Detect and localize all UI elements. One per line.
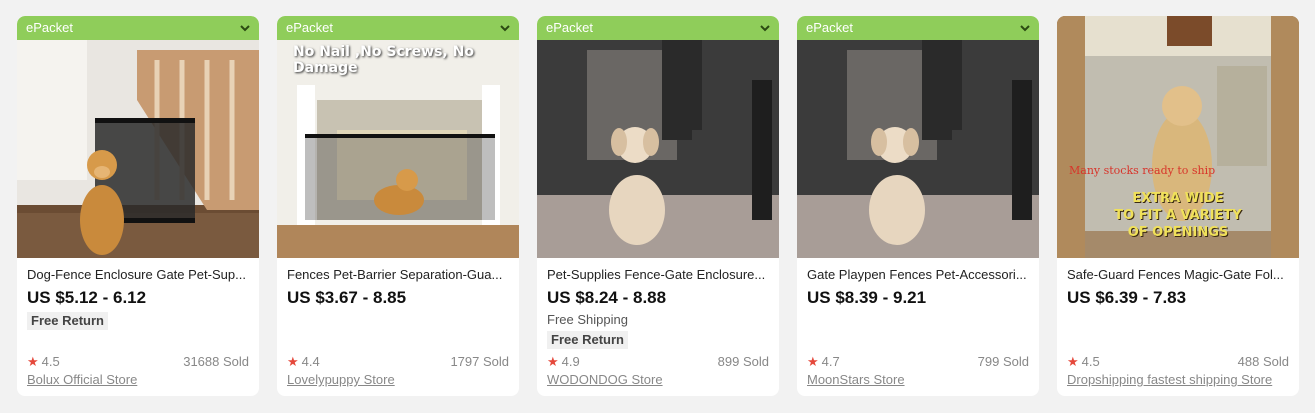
shipping-info: Free Shipping xyxy=(547,312,628,327)
store-link[interactable]: Dropshipping fastest shipping Store xyxy=(1067,372,1289,388)
product-title[interactable]: Gate Playpen Fences Pet-Accessori... xyxy=(807,266,1029,283)
badge-label: ePacket xyxy=(26,20,73,35)
badge-label: ePacket xyxy=(806,20,853,35)
sold-count: 1797 Sold xyxy=(450,354,509,369)
rating-value: 4.9 xyxy=(561,354,580,369)
sold-count: 488 Sold xyxy=(1237,354,1289,369)
product-image[interactable]: No Nail ,No Screws, No Damage xyxy=(277,40,519,258)
sold-count: 31688 Sold xyxy=(183,354,249,369)
star-icon: ★ xyxy=(287,354,299,369)
product-price: US $5.12 - 6.12 xyxy=(27,288,147,307)
product-info: Fences Pet-Barrier Separation-Gua... US … xyxy=(277,258,519,396)
product-price: US $6.39 - 7.83 xyxy=(1067,288,1187,307)
product-title[interactable]: Dog-Fence Enclosure Gate Pet-Sup... xyxy=(27,266,249,283)
rating-value: 4.4 xyxy=(301,354,320,369)
product-card[interactable]: ePacket Pet-Supplies Fence-Gate Enclosur… xyxy=(537,16,779,396)
rating: ★ 4.5 xyxy=(27,354,60,370)
rating: ★ 4.5 xyxy=(1067,354,1100,370)
product-info: Safe-Guard Fences Magic-Gate Fol... US $… xyxy=(1057,258,1299,396)
product-meta: ★ 4.4 1797 Sold xyxy=(287,354,509,370)
chevron-down-icon[interactable] xyxy=(499,22,511,34)
product-card[interactable]: ePacket No Nail ,No Screws, No Damage Fe… xyxy=(277,16,519,396)
star-icon: ★ xyxy=(547,354,559,369)
store-link[interactable]: Lovelypuppy Store xyxy=(287,372,509,388)
product-image[interactable]: Many stocks ready to ship EXTRA WIDE TO … xyxy=(1057,16,1299,258)
epacket-badge: ePacket xyxy=(537,16,779,40)
rating-value: 4.5 xyxy=(41,354,60,369)
product-meta: ★ 4.5 31688 Sold xyxy=(27,354,249,370)
image-overlay-text: No Nail ,No Screws, No Damage xyxy=(293,44,474,76)
product-image[interactable] xyxy=(797,40,1039,258)
sold-count: 799 Sold xyxy=(977,354,1029,369)
product-title[interactable]: Safe-Guard Fences Magic-Gate Fol... xyxy=(1067,266,1289,283)
product-meta: ★ 4.9 899 Sold xyxy=(547,354,769,370)
store-link[interactable]: Bolux Official Store xyxy=(27,372,249,388)
rating: ★ 4.7 xyxy=(807,354,840,370)
epacket-badge: ePacket xyxy=(277,16,519,40)
product-price: US $8.24 - 8.88 xyxy=(547,288,667,307)
product-meta: ★ 4.5 488 Sold xyxy=(1067,354,1289,370)
image-overlay-text: Many stocks ready to ship xyxy=(1069,164,1216,177)
store-link[interactable]: WODONDOG Store xyxy=(547,372,769,388)
chevron-down-icon[interactable] xyxy=(759,22,771,34)
product-card[interactable]: ePacket Gate Playpen Fences Pet-Accessor… xyxy=(797,16,1039,396)
product-info: Dog-Fence Enclosure Gate Pet-Sup... US $… xyxy=(17,258,259,396)
rating-value: 4.7 xyxy=(821,354,840,369)
badge-label: ePacket xyxy=(286,20,333,35)
free-return-tag: Free Return xyxy=(27,312,108,330)
product-card[interactable]: ePacket Dog-Fence Enclosure Gate Pet-Sup… xyxy=(17,16,259,396)
rating-value: 4.5 xyxy=(1081,354,1100,369)
rating: ★ 4.9 xyxy=(547,354,580,370)
epacket-badge: ePacket xyxy=(797,16,1039,40)
store-link[interactable]: MoonStars Store xyxy=(807,372,1029,388)
star-icon: ★ xyxy=(27,354,39,369)
badge-label: ePacket xyxy=(546,20,593,35)
sold-count: 899 Sold xyxy=(717,354,769,369)
product-price: US $8.39 - 9.21 xyxy=(807,288,927,307)
star-icon: ★ xyxy=(807,354,819,369)
product-title[interactable]: Fences Pet-Barrier Separation-Gua... xyxy=(287,266,509,283)
product-image[interactable] xyxy=(17,40,259,258)
chevron-down-icon[interactable] xyxy=(239,22,251,34)
product-card[interactable]: Many stocks ready to ship EXTRA WIDE TO … xyxy=(1057,16,1299,396)
star-icon: ★ xyxy=(1067,354,1079,369)
product-title[interactable]: Pet-Supplies Fence-Gate Enclosure... xyxy=(547,266,769,283)
product-info: Gate Playpen Fences Pet-Accessori... US … xyxy=(797,258,1039,396)
free-return-tag: Free Return xyxy=(547,331,628,349)
product-price: US $3.67 - 8.85 xyxy=(287,288,407,307)
product-info: Pet-Supplies Fence-Gate Enclosure... US … xyxy=(537,258,779,396)
product-meta: ★ 4.7 799 Sold xyxy=(807,354,1029,370)
image-overlay-text-2: EXTRA WIDE TO FIT A VARIETY OF OPENINGS xyxy=(1114,191,1242,240)
chevron-down-icon[interactable] xyxy=(1019,22,1031,34)
rating: ★ 4.4 xyxy=(287,354,320,370)
product-row: ePacket Dog-Fence Enclosure Gate Pet-Sup… xyxy=(17,16,1299,396)
epacket-badge: ePacket xyxy=(17,16,259,40)
product-image[interactable] xyxy=(537,40,779,258)
